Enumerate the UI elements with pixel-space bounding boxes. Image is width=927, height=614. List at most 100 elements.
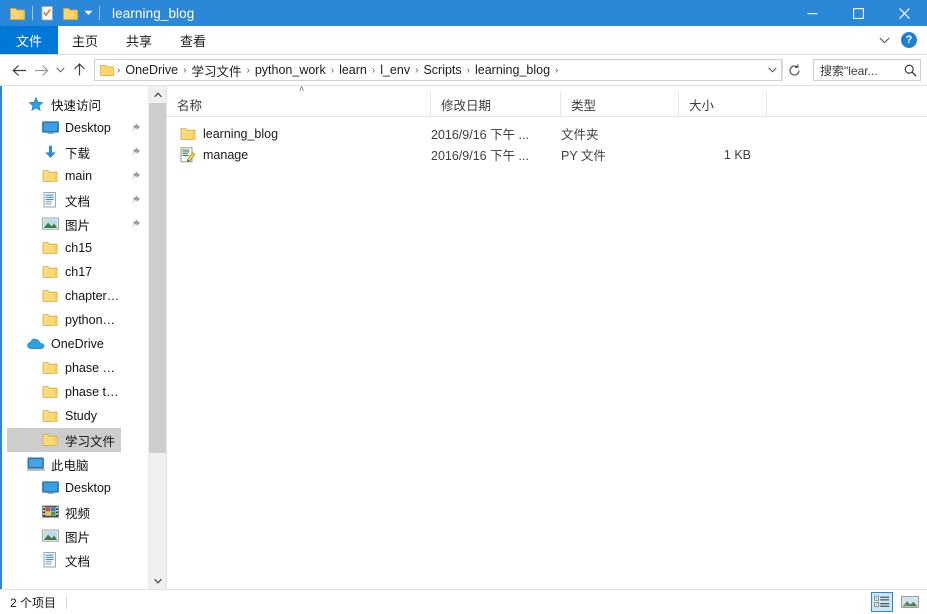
star-icon [27, 95, 45, 113]
sidebar-item-[interactable]: 文档 [7, 548, 121, 572]
breadcrumb-item-onedrive[interactable]: OneDrive [121, 61, 182, 79]
sidebar-item-label: phase one [65, 361, 121, 375]
sidebar-item-label: phase two [65, 385, 121, 399]
sidebar-item-chapter-17[interactable]: chapter_17 [7, 284, 121, 308]
file-rows: learning_blog 2016/9/16 下午 ... 文件夹 manage 20… [167, 117, 927, 589]
column-header-name-label: 名称 [177, 98, 203, 113]
file-name-cell[interactable]: learning_blog [167, 125, 431, 143]
file-date-cell: 2016/9/16 下午 ... [431, 128, 529, 142]
maximize-button[interactable] [835, 0, 881, 26]
sidebar-item-label: python_work [65, 313, 121, 327]
folder-icon [41, 311, 59, 329]
file-list-pane: ˄ 名称 修改日期 类型 大小 learning_blog 2016/9/16 下… [167, 85, 927, 589]
customize-qat-button[interactable] [81, 2, 95, 24]
close-button[interactable] [881, 0, 927, 26]
folder-icon [41, 407, 59, 425]
new-folder-button[interactable] [59, 2, 81, 24]
refresh-icon[interactable] [782, 59, 805, 81]
sidebar-item-onedrive[interactable]: OneDrive [7, 332, 121, 356]
sidebar-item-[interactable]: 学习文件 [7, 428, 121, 452]
navigation-scrollbar[interactable] [148, 86, 166, 589]
cloud-icon [27, 335, 45, 353]
sidebar-item-label: ch17 [65, 265, 93, 279]
python-file-icon [179, 146, 197, 164]
column-header-date[interactable]: 修改日期 [431, 92, 561, 116]
sidebar-item-main[interactable]: main [7, 164, 140, 188]
column-header-type[interactable]: 类型 [561, 92, 679, 116]
column-header-name[interactable]: ˄ 名称 [167, 85, 431, 116]
breadcrumb-separator[interactable]: › [554, 65, 559, 76]
minimize-button[interactable] [789, 0, 835, 26]
sidebar-item-[interactable]: 下载 [7, 140, 140, 164]
address-bar[interactable]: › OneDrive › 学习文件 › python_work › learn … [94, 59, 782, 81]
breadcrumb-item-learn[interactable]: learn [335, 61, 371, 79]
sidebar-item-[interactable]: 文档 [7, 188, 140, 212]
search-input[interactable]: 搜索"lear... [813, 59, 921, 81]
details-view-button[interactable] [871, 592, 893, 612]
breadcrumb-item-l-env[interactable]: l_env [376, 61, 414, 79]
tab-view[interactable]: 查看 [166, 26, 220, 54]
sidebar-item-label: OneDrive [51, 337, 104, 351]
qat-separator-2 [99, 6, 100, 20]
pin-icon[interactable] [129, 146, 141, 158]
up-button[interactable] [68, 59, 90, 81]
chevron-down-icon[interactable] [873, 29, 895, 51]
breadcrumb-item-learning-blog[interactable]: learning_blog [471, 61, 554, 79]
videos-icon [41, 503, 59, 521]
chevron-down-icon[interactable] [763, 60, 781, 80]
search-icon[interactable] [900, 64, 920, 77]
scroll-up-icon[interactable] [149, 86, 166, 103]
file-name-label: learning_blog [203, 126, 279, 141]
sidebar-item-[interactable]: 视频 [7, 500, 121, 524]
folder-icon [179, 125, 197, 143]
breadcrumb-item-study-files[interactable]: 学习文件 [187, 60, 245, 80]
large-icons-view-button[interactable] [899, 592, 921, 612]
desktop-icon [41, 479, 59, 497]
sidebar-item-label: ch15 [65, 241, 93, 255]
pin-icon[interactable] [129, 194, 141, 206]
table-row[interactable]: learning_blog 2016/9/16 下午 ... 文件夹 [167, 123, 927, 144]
tab-file[interactable]: 文件 [0, 26, 59, 54]
pin-icon[interactable] [129, 218, 141, 230]
sidebar-item-phase-two[interactable]: phase two [7, 380, 121, 404]
sidebar-item-[interactable]: 图片 [7, 524, 121, 548]
table-row[interactable]: manage 2016/9/16 下午 ... PY 文件 1 KB [167, 144, 927, 165]
sidebar-item-[interactable]: 快速访问 [7, 92, 121, 116]
properties-button[interactable] [37, 2, 59, 24]
sidebar-item-ch15[interactable]: ch15 [7, 236, 121, 260]
column-header-size-label: 大小 [689, 98, 715, 113]
pin-icon[interactable] [129, 170, 141, 182]
explorer-body: 快速访问Desktop下载main文档图片ch15ch17chapter_17p… [0, 85, 927, 589]
sidebar-item-desktop[interactable]: Desktop [7, 116, 140, 140]
sidebar-item-python-work[interactable]: python_work [7, 308, 121, 332]
tab-home[interactable]: 主页 [58, 26, 112, 54]
title-bar: learning_blog [0, 0, 927, 26]
breadcrumb-item-python-work[interactable]: python_work [251, 61, 330, 79]
file-name-label: manage [203, 147, 249, 162]
status-separator [66, 595, 68, 609]
forward-button[interactable] [30, 59, 52, 81]
help-icon[interactable]: ? [901, 32, 917, 48]
sidebar-item-[interactable]: 此电脑 [7, 452, 121, 476]
back-button[interactable] [8, 59, 30, 81]
scroll-down-icon[interactable] [149, 572, 166, 589]
sidebar-item-[interactable]: 图片 [7, 212, 140, 236]
folder-icon [41, 359, 59, 377]
tab-share[interactable]: 共享 [112, 26, 166, 54]
sidebar-item-ch17[interactable]: ch17 [7, 260, 121, 284]
window-title: learning_blog [112, 5, 195, 21]
scrollbar-thumb[interactable] [149, 103, 166, 453]
navigation-pane: 快速访问Desktop下载main文档图片ch15ch17chapter_17p… [0, 86, 167, 589]
pin-icon[interactable] [129, 122, 141, 134]
sidebar-item-desktop[interactable]: Desktop [7, 476, 121, 500]
sidebar-item-label: 文档 [65, 194, 91, 209]
breadcrumb-item-scripts[interactable]: Scripts [419, 61, 465, 79]
sidebar-item-study[interactable]: Study [7, 404, 121, 428]
explorer-icon[interactable] [6, 2, 28, 24]
file-name-cell[interactable]: manage [167, 146, 431, 164]
search-input-value: 搜索"lear... [820, 63, 878, 78]
recent-locations-button[interactable] [52, 59, 68, 81]
column-header-size[interactable]: 大小 [679, 92, 767, 116]
sidebar-item-phase-one[interactable]: phase one [7, 356, 121, 380]
view-buttons [871, 590, 921, 614]
